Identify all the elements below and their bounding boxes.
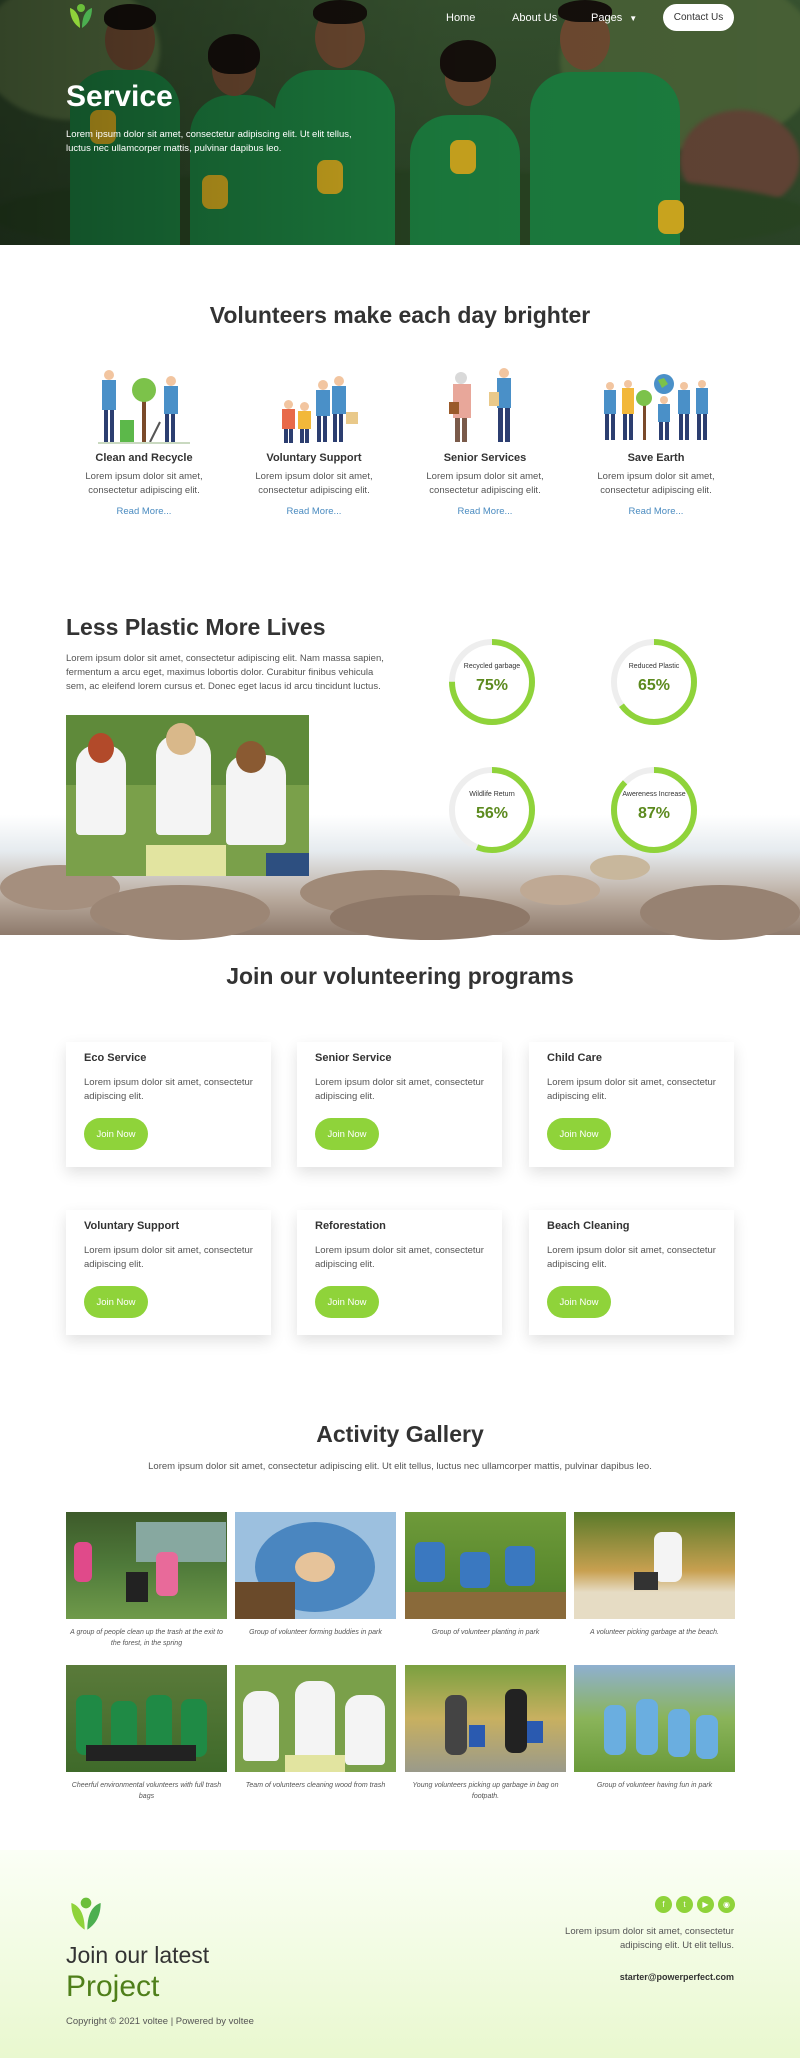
- contact-us-button[interactable]: Contact Us: [663, 4, 734, 31]
- youtube-icon[interactable]: ▶: [697, 1896, 714, 1913]
- read-more-link[interactable]: Read More...: [576, 506, 736, 517]
- feature-voluntary-support: Voluntary Support Lorem ipsum dolor sit …: [234, 362, 394, 517]
- feature-save-earth: Save Earth Lorem ipsum dolor sit amet, c…: [576, 362, 736, 517]
- volunteers-title: Volunteers make each day brighter: [209, 302, 591, 328]
- program-card-reforestation: Reforestation Lorem ipsum dolor sit amet…: [297, 1210, 502, 1335]
- gallery-title: Activity Gallery: [316, 1421, 484, 1447]
- nav-pages[interactable]: Pages ▼: [591, 12, 637, 24]
- senior-illustration-icon: [405, 362, 565, 452]
- gallery-image[interactable]: [574, 1512, 735, 1619]
- join-now-button[interactable]: Join Now: [315, 1286, 379, 1318]
- gauge-label: Reduced Plastic: [628, 663, 680, 670]
- awareness-increase-gauge: Awereness Increase 87%: [609, 765, 699, 855]
- join-now-button[interactable]: Join Now: [84, 1286, 148, 1318]
- plastic-text: Lorem ipsum dolor sit amet, consectetur …: [66, 653, 384, 692]
- instagram-icon[interactable]: ◉: [718, 1896, 735, 1913]
- feature-text: Lorem ipsum dolor sit amet, consectetur …: [255, 471, 373, 496]
- gallery-image[interactable]: [235, 1512, 396, 1619]
- gauge-value: 56%: [475, 805, 509, 822]
- recycled-garbage-gauge: Recycled garbage 75%: [447, 637, 537, 727]
- footer-logo-icon[interactable]: [66, 1895, 106, 1935]
- read-more-link[interactable]: Read More...: [64, 506, 224, 517]
- logo-icon[interactable]: [66, 2, 96, 32]
- program-text: Lorem ipsum dolor sit amet, consectetur …: [84, 1245, 253, 1270]
- program-card-eco-service: Eco Service Lorem ipsum dolor sit amet, …: [66, 1042, 271, 1167]
- program-text: Lorem ipsum dolor sit amet, consectetur …: [315, 1077, 484, 1102]
- program-text: Lorem ipsum dolor sit amet, consectetur …: [84, 1077, 253, 1102]
- read-more-link[interactable]: Read More...: [234, 506, 394, 517]
- gauge-label: Wildlife Return: [469, 791, 515, 798]
- nav-home[interactable]: Home: [446, 12, 475, 24]
- program-title: Voluntary Support: [84, 1220, 180, 1232]
- feature-text: Lorem ipsum dolor sit amet, consectetur …: [597, 471, 715, 496]
- gallery-caption: Group of volunteer having fun in park: [596, 1782, 713, 1789]
- feature-title: Senior Services: [443, 452, 527, 464]
- feature-title: Save Earth: [627, 452, 685, 464]
- gallery-image[interactable]: [405, 1665, 566, 1772]
- gauge-value: 65%: [637, 677, 671, 694]
- programs-title: Join our volunteering programs: [226, 963, 574, 989]
- gauge-label: Awereness Increase: [622, 791, 686, 798]
- program-card-child-care: Child Care Lorem ipsum dolor sit amet, c…: [529, 1042, 734, 1167]
- program-card-senior-service: Senior Service Lorem ipsum dolor sit ame…: [297, 1042, 502, 1167]
- program-card-beach-cleaning: Beach Cleaning Lorem ipsum dolor sit ame…: [529, 1210, 734, 1335]
- support-illustration-icon: [234, 362, 394, 452]
- recycle-illustration-icon: [64, 362, 224, 452]
- program-title: Eco Service: [84, 1052, 147, 1064]
- feature-title: Clean and Recycle: [95, 452, 193, 464]
- gallery-caption: Young volunteers picking up garbage in b…: [412, 1782, 559, 1800]
- join-now-button[interactable]: Join Now: [315, 1118, 379, 1150]
- volunteers-cleaning-photo: [66, 715, 309, 876]
- join-now-button[interactable]: Join Now: [547, 1286, 611, 1318]
- gallery-caption: Group of volunteer forming buddies in pa…: [249, 1629, 382, 1636]
- nav-about-us[interactable]: About Us: [512, 12, 557, 24]
- copyright-text: Copyright © 2021 voltee | Powered by vol…: [66, 2016, 254, 2027]
- program-title: Child Care: [547, 1052, 603, 1064]
- hero-subtitle: Lorem ipsum dolor sit amet, consectetur …: [66, 129, 352, 154]
- gallery-caption: Team of volunteers cleaning wood from tr…: [245, 1782, 386, 1789]
- page-title: Service: [66, 80, 173, 113]
- plastic-title: Less Plastic More Lives: [66, 614, 326, 640]
- program-title: Beach Cleaning: [547, 1220, 630, 1232]
- gallery-image[interactable]: [574, 1665, 735, 1772]
- gallery-image[interactable]: [405, 1512, 566, 1619]
- gallery-caption: A volunteer picking garbage at the beach…: [590, 1629, 719, 1636]
- program-text: Lorem ipsum dolor sit amet, consectetur …: [315, 1245, 484, 1270]
- wildlife-return-gauge: Wildlife Return 56%: [447, 765, 537, 855]
- join-now-button[interactable]: Join Now: [547, 1118, 611, 1150]
- footer-text: Lorem ipsum dolor sit amet, consectetur …: [565, 1926, 734, 1951]
- read-more-link[interactable]: Read More...: [405, 506, 565, 517]
- gallery-subtitle: Lorem ipsum dolor sit amet, consectetur …: [148, 1461, 652, 1472]
- gauge-value: 75%: [475, 677, 509, 694]
- gauge-value: 87%: [637, 805, 671, 822]
- feature-senior-services: Senior Services Lorem ipsum dolor sit am…: [405, 362, 565, 517]
- nav-pages-label: Pages: [591, 12, 623, 24]
- program-card-voluntary-support: Voluntary Support Lorem ipsum dolor sit …: [66, 1210, 271, 1335]
- program-title: Reforestation: [315, 1220, 386, 1232]
- footer-email[interactable]: starter@powerperfect.com: [544, 1972, 734, 1982]
- gallery-image[interactable]: [66, 1665, 227, 1772]
- program-text: Lorem ipsum dolor sit amet, consectetur …: [547, 1245, 716, 1270]
- gauge-label: Recycled garbage: [463, 663, 521, 670]
- gallery-caption: A group of people clean up the trash at …: [70, 1629, 223, 1647]
- chevron-down-icon: ▼: [629, 14, 638, 23]
- footer-join-heading: Join our latest: [66, 1942, 210, 1968]
- feature-text: Lorem ipsum dolor sit amet, consectetur …: [426, 471, 544, 496]
- program-title: Senior Service: [315, 1052, 392, 1064]
- gallery-image[interactable]: [235, 1665, 396, 1772]
- footer-project-heading: Project: [66, 1970, 160, 2003]
- twitter-icon[interactable]: t: [676, 1896, 693, 1913]
- gallery-caption: Cheerful environmental volunteers with f…: [71, 1782, 222, 1800]
- program-text: Lorem ipsum dolor sit amet, consectetur …: [547, 1077, 716, 1102]
- feature-title: Voluntary Support: [266, 452, 362, 464]
- hero-banner: Home About Us Pages ▼ Contact Us Service…: [0, 0, 800, 245]
- facebook-icon[interactable]: f: [655, 1896, 672, 1913]
- gallery-image[interactable]: [66, 1512, 227, 1619]
- join-now-button[interactable]: Join Now: [84, 1118, 148, 1150]
- feature-text: Lorem ipsum dolor sit amet, consectetur …: [85, 471, 203, 496]
- gallery-caption: Group of volunteer planting in park: [431, 1629, 540, 1636]
- earth-illustration-icon: [576, 362, 736, 452]
- reduced-plastic-gauge: Reduced Plastic 65%: [609, 637, 699, 727]
- feature-clean-and-recycle: Clean and Recycle Lorem ipsum dolor sit …: [64, 362, 224, 517]
